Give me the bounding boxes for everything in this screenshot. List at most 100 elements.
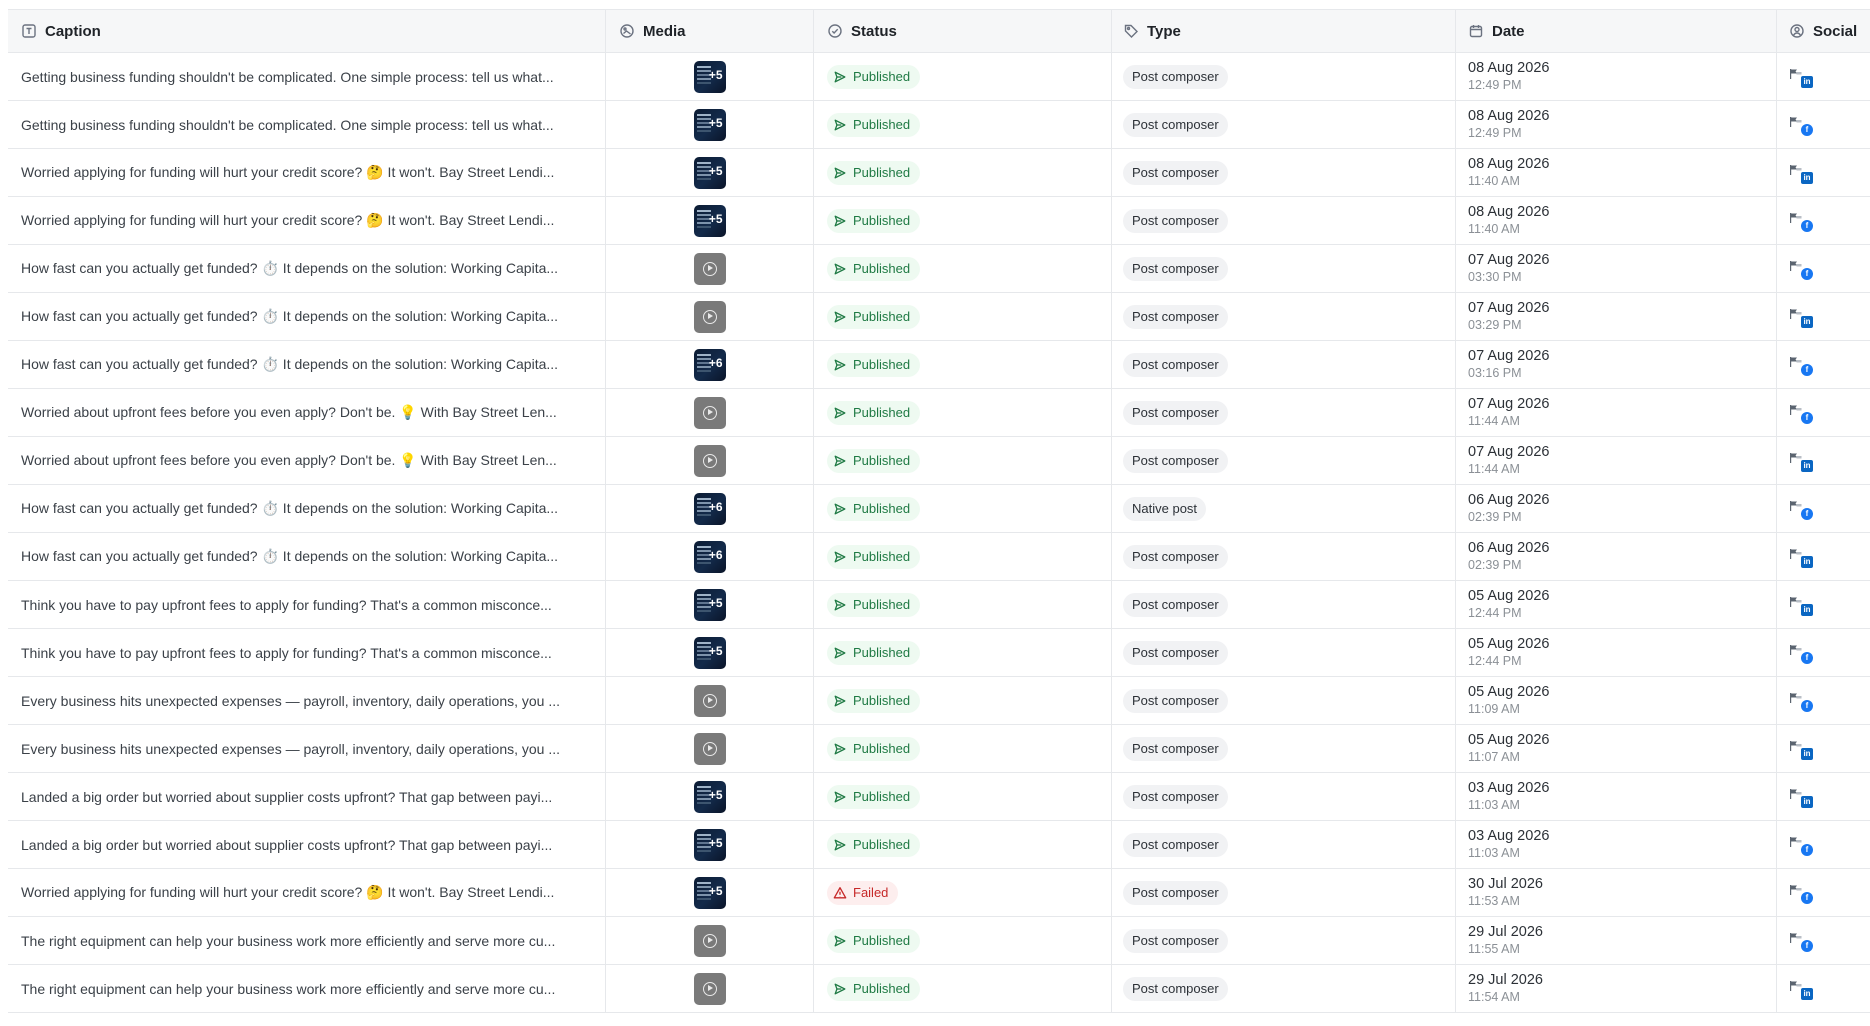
table-row[interactable]: How fast can you actually get funded? ⏱️… xyxy=(8,293,1870,341)
post-date: 03 Aug 2026 xyxy=(1468,828,1550,845)
column-header-type[interactable]: Type xyxy=(1112,10,1456,52)
social-account[interactable]: f xyxy=(1789,930,1815,952)
column-header-date[interactable]: Date xyxy=(1456,10,1777,52)
account-avatar-icon xyxy=(1790,884,1802,895)
post-date: 03 Aug 2026 xyxy=(1468,780,1550,797)
caption-cell[interactable]: Getting business funding shouldn't be co… xyxy=(8,101,606,148)
table-row[interactable]: Every business hits unexpected expenses … xyxy=(8,677,1870,725)
video-thumbnail[interactable] xyxy=(693,924,726,957)
status-label: Failed xyxy=(853,885,889,900)
media-thumbnail[interactable]: +6 xyxy=(693,540,726,573)
table-row[interactable]: Landed a big order but worried about sup… xyxy=(8,773,1870,821)
caption-cell[interactable]: Landed a big order but worried about sup… xyxy=(8,773,606,820)
social-account[interactable]: f xyxy=(1789,834,1815,856)
caption-cell[interactable]: Worried applying for funding will hurt y… xyxy=(8,149,606,196)
table-row[interactable]: How fast can you actually get funded? ⏱️… xyxy=(8,533,1870,581)
column-header-social[interactable]: Social xyxy=(1777,10,1870,52)
table-row[interactable]: Landed a big order but worried about sup… xyxy=(8,821,1870,869)
caption-cell[interactable]: Every business hits unexpected expenses … xyxy=(8,677,606,724)
status-cell: Published xyxy=(814,821,1112,868)
social-account[interactable]: in xyxy=(1789,738,1815,760)
table-row[interactable]: Every business hits unexpected expenses … xyxy=(8,725,1870,773)
social-account[interactable]: f xyxy=(1789,114,1815,136)
caption-cell[interactable]: The right equipment can help your busine… xyxy=(8,965,606,1012)
table-row[interactable]: Worried about upfront fees before you ev… xyxy=(8,389,1870,437)
social-account[interactable]: in xyxy=(1789,546,1815,568)
video-thumbnail[interactable] xyxy=(693,396,726,429)
table-row[interactable]: Think you have to pay upfront fees to ap… xyxy=(8,629,1870,677)
media-thumbnail[interactable]: +5 xyxy=(693,828,726,861)
media-thumbnail[interactable]: +6 xyxy=(693,492,726,525)
media-thumbnail[interactable]: +5 xyxy=(693,204,726,237)
social-account[interactable]: f xyxy=(1789,210,1815,232)
social-account[interactable]: in xyxy=(1789,306,1815,328)
media-thumbnail[interactable]: +5 xyxy=(693,780,726,813)
table-row[interactable]: Worried about upfront fees before you ev… xyxy=(8,437,1870,485)
table-row[interactable]: The right equipment can help your busine… xyxy=(8,965,1870,1013)
table-row[interactable]: The right equipment can help your busine… xyxy=(8,917,1870,965)
table-row[interactable]: Worried applying for funding will hurt y… xyxy=(8,197,1870,245)
caption-cell[interactable]: Landed a big order but worried about sup… xyxy=(8,821,606,868)
caption-cell[interactable]: Every business hits unexpected expenses … xyxy=(8,725,606,772)
table-row[interactable]: Worried applying for funding will hurt y… xyxy=(8,869,1870,917)
social-account[interactable]: in xyxy=(1789,66,1815,88)
table-row[interactable]: How fast can you actually get funded? ⏱️… xyxy=(8,341,1870,389)
video-thumbnail[interactable] xyxy=(693,732,726,765)
caption-cell[interactable]: Getting business funding shouldn't be co… xyxy=(8,53,606,100)
media-thumbnail[interactable]: +5 xyxy=(693,588,726,621)
social-account[interactable]: in xyxy=(1789,162,1815,184)
table-row[interactable]: Getting business funding shouldn't be co… xyxy=(8,53,1870,101)
social-account[interactable]: f xyxy=(1789,258,1815,280)
caption-cell[interactable]: How fast can you actually get funded? ⏱️… xyxy=(8,533,606,580)
media-thumbnail[interactable]: +5 xyxy=(693,108,726,141)
table-row[interactable]: Getting business funding shouldn't be co… xyxy=(8,101,1870,149)
caption-cell[interactable]: Think you have to pay upfront fees to ap… xyxy=(8,581,606,628)
play-icon xyxy=(702,405,717,420)
media-cell xyxy=(606,245,814,292)
caption-cell[interactable]: How fast can you actually get funded? ⏱️… xyxy=(8,485,606,532)
social-account[interactable]: f xyxy=(1789,354,1815,376)
social-account[interactable]: f xyxy=(1789,690,1815,712)
type-cell: Post composer xyxy=(1112,197,1456,244)
table-row[interactable]: How fast can you actually get funded? ⏱️… xyxy=(8,485,1870,533)
post-time: 03:30 PM xyxy=(1468,269,1522,284)
caption-cell[interactable]: Worried about upfront fees before you ev… xyxy=(8,437,606,484)
status-badge: Published xyxy=(827,112,921,137)
table-row[interactable]: How fast can you actually get funded? ⏱️… xyxy=(8,245,1870,293)
social-account[interactable]: in xyxy=(1789,786,1815,808)
caption-cell[interactable]: Think you have to pay upfront fees to ap… xyxy=(8,629,606,676)
caption-text: Worried applying for funding will hurt y… xyxy=(21,212,555,228)
video-thumbnail[interactable] xyxy=(693,252,726,285)
social-account[interactable]: in xyxy=(1789,450,1815,472)
table-row[interactable]: Worried applying for funding will hurt y… xyxy=(8,149,1870,197)
caption-cell[interactable]: How fast can you actually get funded? ⏱️… xyxy=(8,245,606,292)
column-header-media[interactable]: Media xyxy=(606,10,814,52)
caption-cell[interactable]: Worried applying for funding will hurt y… xyxy=(8,197,606,244)
video-thumbnail[interactable] xyxy=(693,684,726,717)
video-thumbnail[interactable] xyxy=(693,300,726,333)
column-header-status[interactable]: Status xyxy=(814,10,1112,52)
column-header-caption[interactable]: Caption xyxy=(8,10,606,52)
table-row[interactable]: Think you have to pay upfront fees to ap… xyxy=(8,581,1870,629)
status-cell: Published xyxy=(814,293,1112,340)
social-account[interactable]: f xyxy=(1789,402,1815,424)
media-thumbnail[interactable]: +5 xyxy=(693,876,726,909)
caption-cell[interactable]: How fast can you actually get funded? ⏱️… xyxy=(8,341,606,388)
media-thumbnail[interactable]: +6 xyxy=(693,348,726,381)
social-account[interactable]: f xyxy=(1789,498,1815,520)
caption-cell[interactable]: Worried about upfront fees before you ev… xyxy=(8,389,606,436)
media-thumbnail[interactable]: +5 xyxy=(693,636,726,669)
social-account[interactable]: in xyxy=(1789,978,1815,1000)
caption-cell[interactable]: How fast can you actually get funded? ⏱️… xyxy=(8,293,606,340)
social-account[interactable]: f xyxy=(1789,642,1815,664)
caption-text: Think you have to pay upfront fees to ap… xyxy=(21,644,552,661)
media-thumbnail[interactable]: +5 xyxy=(693,60,726,93)
media-thumbnail[interactable]: +5 xyxy=(693,156,726,189)
status-badge: Published xyxy=(827,976,921,1001)
caption-cell[interactable]: The right equipment can help your busine… xyxy=(8,917,606,964)
social-account[interactable]: f xyxy=(1789,882,1815,904)
caption-cell[interactable]: Worried applying for funding will hurt y… xyxy=(8,869,606,916)
social-account[interactable]: in xyxy=(1789,594,1815,616)
video-thumbnail[interactable] xyxy=(693,972,726,1005)
video-thumbnail[interactable] xyxy=(693,444,726,477)
